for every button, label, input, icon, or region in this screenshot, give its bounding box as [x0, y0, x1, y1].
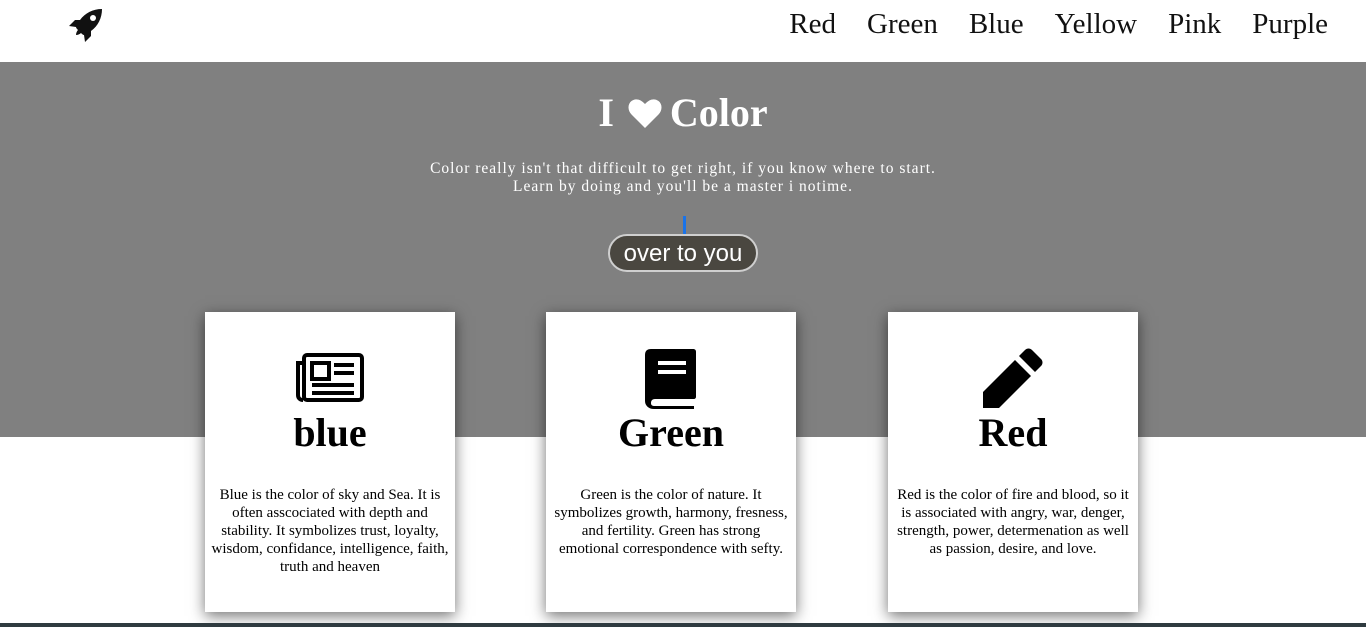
card-green: Green Green is the color of nature. It s…: [546, 312, 796, 612]
nav-link-yellow[interactable]: Yellow: [1055, 6, 1137, 42]
main-nav: Red Green Blue Yellow Pink Purple: [789, 6, 1328, 42]
hero-title-prefix: I: [598, 90, 614, 135]
nav-link-blue[interactable]: Blue: [969, 6, 1024, 42]
nav-item-green: Green: [867, 6, 938, 42]
nav-item-blue: Blue: [969, 6, 1024, 42]
card-text: Green is the color of nature. It symboli…: [554, 487, 788, 557]
bottom-divider: [0, 623, 1366, 627]
nav-link-purple[interactable]: Purple: [1252, 6, 1328, 42]
rocket-icon[interactable]: [67, 6, 105, 44]
top-navbar: Red Green Blue Yellow Pink Purple: [0, 0, 1366, 62]
nav-item-red: Red: [789, 6, 836, 42]
nav-link-red[interactable]: Red: [789, 6, 836, 42]
hero-description: Color really isn't that difficult to get…: [0, 160, 1366, 196]
card-title: blue: [293, 410, 367, 455]
nav-item-pink: Pink: [1168, 6, 1221, 42]
hero-text-line-2: Learn by doing and you'll be a master i …: [513, 178, 853, 195]
card-text: Red is the color of fire and blood, so i…: [897, 487, 1129, 557]
card-red: Red Red is the color of fire and blood, …: [888, 312, 1138, 612]
nav-item-yellow: Yellow: [1055, 6, 1137, 42]
heart-icon: [628, 93, 662, 128]
over-to-you-button[interactable]: over to you: [608, 234, 758, 272]
nav-link-green[interactable]: Green: [867, 6, 938, 42]
hero-text-line-1: Color really isn't that difficult to get…: [430, 160, 936, 177]
hero-title-suffix: Color: [669, 90, 768, 135]
nav-item-purple: Purple: [1252, 6, 1328, 42]
card-text: Blue is the color of sky and Sea. It is …: [211, 487, 449, 575]
card-title: Red: [978, 410, 1048, 455]
newspaper-icon: [205, 346, 455, 410]
card-title: Green: [618, 410, 724, 455]
book-icon: [546, 346, 796, 410]
hero-title: I Color: [0, 90, 1366, 136]
nav-link-pink[interactable]: Pink: [1168, 6, 1221, 42]
card-blue: blue Blue is the color of sky and Sea. I…: [205, 312, 455, 612]
text-cursor: [683, 216, 686, 234]
pencil-icon: [888, 346, 1138, 410]
